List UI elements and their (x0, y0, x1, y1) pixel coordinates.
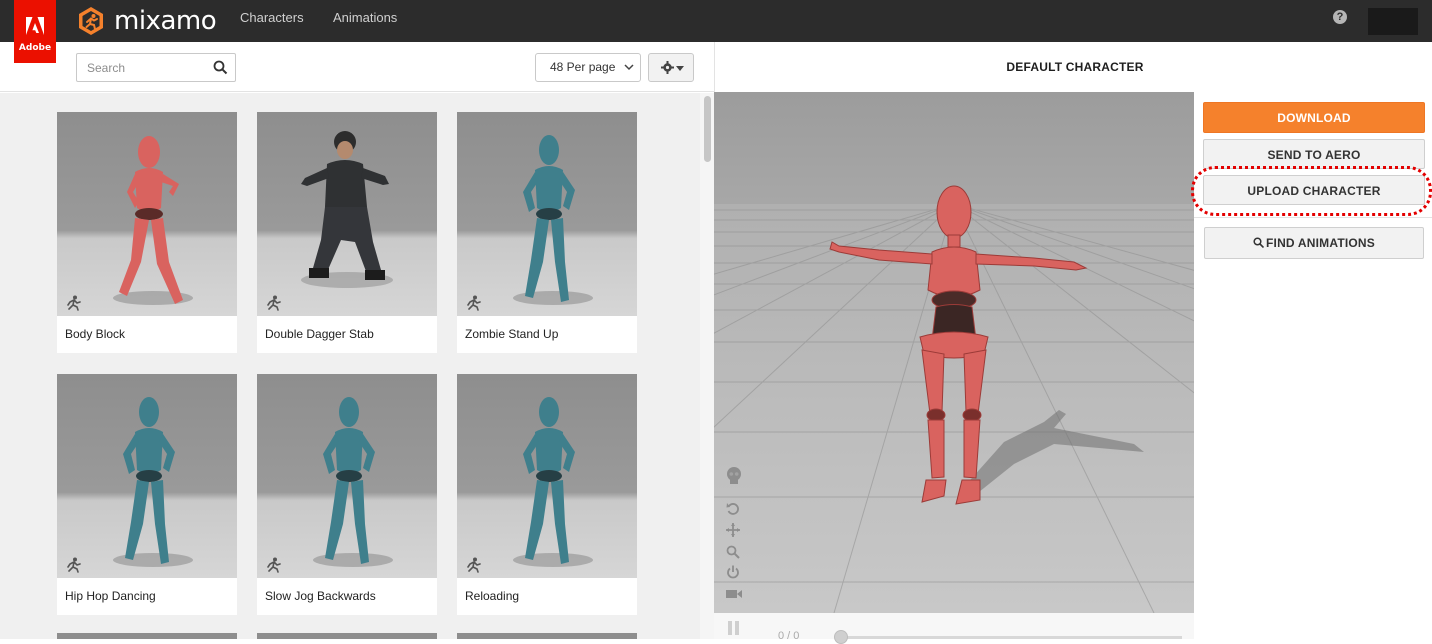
skull-icon[interactable] (726, 467, 742, 485)
animation-card-label: Body Block (65, 327, 126, 341)
animation-thumbnail[interactable] (57, 633, 237, 639)
pan-icon[interactable] (726, 523, 740, 537)
search-box (76, 53, 236, 82)
animation-thumbnail[interactable] (457, 633, 637, 639)
nav-characters[interactable]: Characters (240, 0, 304, 42)
scrollbar-track[interactable] (700, 93, 714, 639)
animation-type-icon (267, 295, 281, 311)
animation-type-icon (467, 295, 481, 311)
search-icon (1253, 237, 1265, 249)
library-toolbar: 48 Per page (0, 42, 714, 92)
nav-animations[interactable]: Animations (333, 0, 397, 42)
viewer-title: DEFAULT CHARACTER (1006, 60, 1144, 74)
animation-card-label: Zombie Stand Up (465, 327, 559, 341)
send-to-aero-button[interactable]: SEND TO AERO (1203, 139, 1425, 169)
animation-type-icon (67, 295, 81, 311)
animation-card[interactable]: Hip Hop Dancing (57, 374, 237, 615)
zoom-icon[interactable] (726, 545, 740, 559)
animation-thumbnail[interactable] (257, 374, 437, 578)
animation-thumbnail[interactable] (57, 374, 237, 578)
search-input[interactable] (77, 54, 207, 81)
timeline-bar: 0 / 0 (714, 613, 1194, 644)
animation-card[interactable]: Zombie Stand Up (457, 112, 637, 353)
mixamo-brand[interactable]: mixamo (76, 2, 217, 40)
animation-thumbnail[interactable] (257, 633, 437, 639)
animation-card[interactable]: Body Block (57, 112, 237, 353)
top-bar: Adobe mixamo Characters Animations ? (0, 0, 1432, 63)
animation-thumbnail[interactable] (457, 112, 637, 316)
find-animations-button[interactable]: FIND ANIMATIONS (1204, 227, 1424, 259)
animation-thumbnail[interactable] (57, 112, 237, 316)
pause-icon[interactable] (728, 621, 740, 635)
find-animations-label: FIND ANIMATIONS (1266, 236, 1375, 250)
mixamo-logo-icon (79, 7, 103, 35)
scrollbar-thumb[interactable] (704, 96, 711, 162)
timeline-scrubber[interactable] (834, 630, 848, 644)
animation-card[interactable]: Slow Jog Backwards (257, 374, 437, 615)
animation-card[interactable]: Double Dagger Stab (257, 112, 437, 353)
animation-thumbnail[interactable] (457, 374, 637, 578)
chevron-down-icon (624, 64, 634, 71)
animation-card-label: Double Dagger Stab (265, 327, 374, 341)
animation-thumbnail[interactable] (257, 112, 437, 316)
settings-dropdown-button[interactable] (648, 53, 694, 82)
caret-down-icon (676, 66, 684, 71)
animation-card-label: Hip Hop Dancing (65, 589, 156, 603)
divider (1194, 217, 1432, 218)
brand-name: mixamo (114, 6, 217, 36)
animation-card[interactable]: Reloading (457, 374, 637, 615)
animation-type-icon (467, 557, 481, 573)
animation-type-icon (67, 557, 81, 573)
adobe-icon (26, 17, 44, 35)
search-icon[interactable] (213, 60, 228, 75)
adobe-label: Adobe (18, 43, 52, 53)
animation-card-label: Reloading (465, 589, 520, 603)
rotate-icon[interactable] (726, 502, 740, 516)
animation-card[interactable] (57, 633, 237, 639)
user-account-button[interactable] (1368, 8, 1418, 35)
time-readout: 0 / 0 (778, 630, 800, 642)
animation-card[interactable] (257, 633, 437, 639)
character-viewport[interactable] (714, 92, 1194, 613)
power-icon[interactable] (726, 565, 740, 579)
per-page-value: 48 Per page (550, 60, 616, 74)
gear-icon (661, 61, 674, 74)
download-button[interactable]: DOWNLOAD (1203, 102, 1425, 133)
viewer-header: DEFAULT CHARACTER (714, 42, 1432, 92)
adobe-logo[interactable]: Adobe (14, 0, 56, 63)
upload-character-button[interactable]: UPLOAD CHARACTER (1203, 175, 1425, 205)
help-icon[interactable]: ? (1333, 10, 1347, 24)
per-page-select[interactable]: 48 Per page (535, 53, 641, 82)
animation-card[interactable] (457, 633, 637, 639)
camera-icon[interactable] (726, 588, 742, 600)
animation-type-icon (267, 557, 281, 573)
animation-card-label: Slow Jog Backwards (265, 589, 376, 603)
